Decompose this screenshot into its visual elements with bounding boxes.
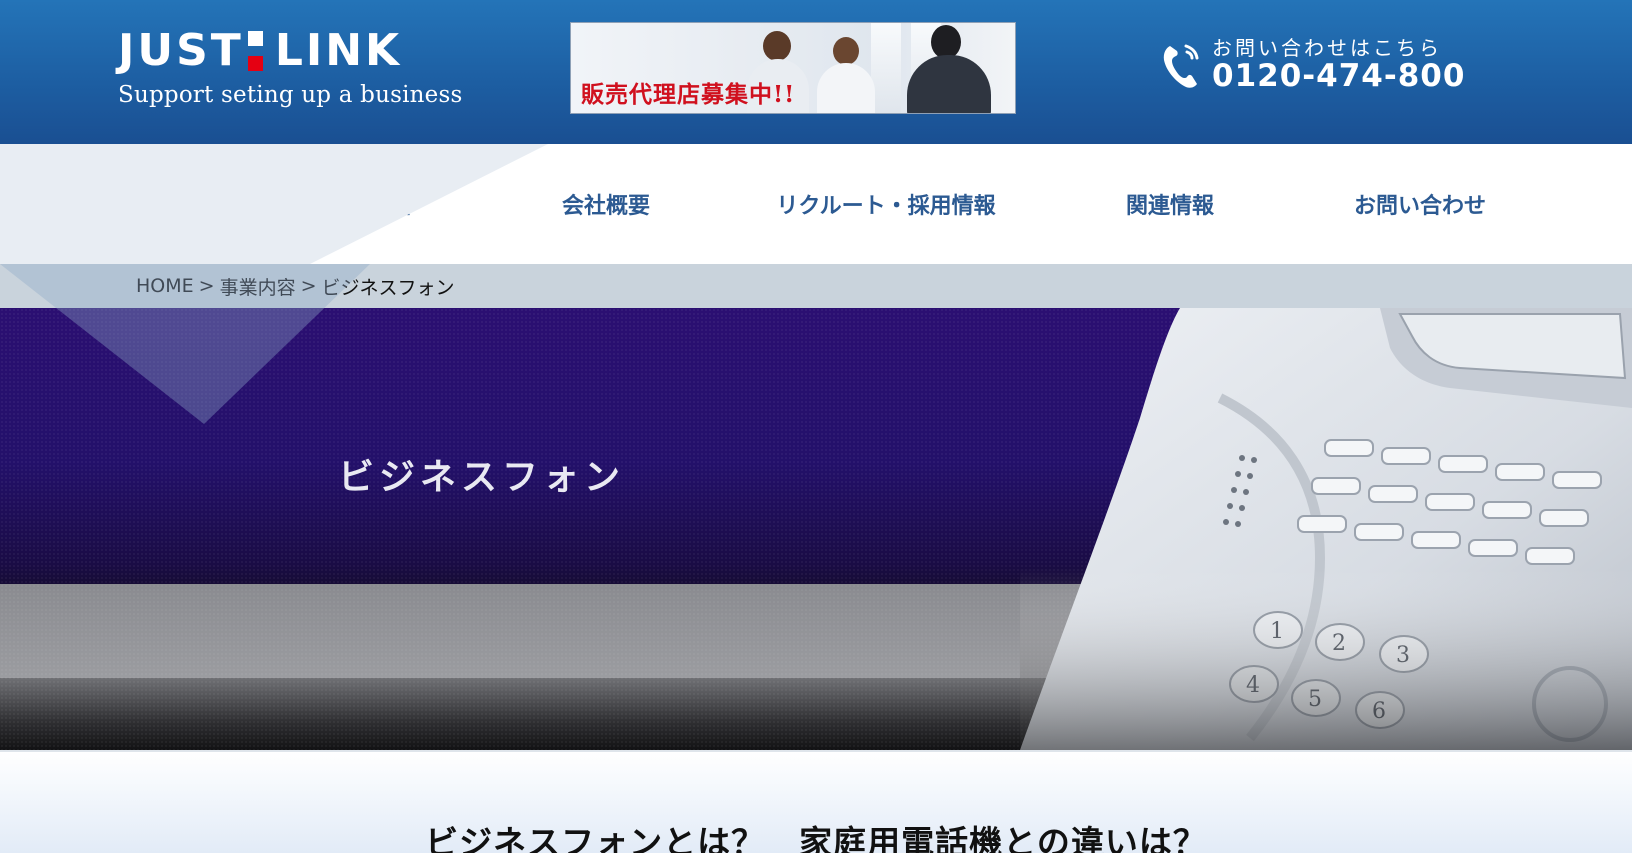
logo-text-left: JUST xyxy=(118,25,244,76)
main-nav: HOME 事業内容 会社概要 リクルート・採用情報 関連情報 お問い合わせ xyxy=(0,144,1632,264)
breadcrumb-separator: > xyxy=(198,275,215,297)
site-header: JUST LINK Support seting up a business 販… xyxy=(0,0,1632,144)
banner-person xyxy=(817,63,875,113)
banner-window xyxy=(871,23,901,113)
contact-phone-number[interactable]: 0120-474-800 xyxy=(1212,58,1465,94)
banner-person-head xyxy=(763,31,791,61)
section-heading: ビジネスフォンとは？ 家庭用電話機との違いは？ xyxy=(425,823,1207,853)
page-hero: 1 2 3 4 5 6 ビジネスフォン xyxy=(0,308,1632,750)
breadcrumb-separator: > xyxy=(300,275,317,297)
phone-handset-icon xyxy=(1163,44,1199,88)
dealer-recruit-banner[interactable]: 販売代理店募集中!! xyxy=(570,22,1016,114)
site-logo[interactable]: JUST LINK Support seting up a business xyxy=(118,26,463,116)
breadcrumb-home[interactable]: HOME xyxy=(136,275,194,297)
logo-tagline: Support seting up a business xyxy=(118,82,463,108)
nav-item-recruit[interactable]: リクルート・採用情報 xyxy=(756,180,1016,228)
nav-item-contact[interactable]: お問い合わせ xyxy=(1340,180,1500,228)
page-title: ビジネスフォン xyxy=(338,456,626,498)
logo-wordmark: JUST LINK xyxy=(118,26,448,76)
business-phone-image: 1 2 3 4 5 6 xyxy=(1020,308,1632,750)
breadcrumb-current: ビジネスフォン xyxy=(321,276,455,299)
breadcrumb-business[interactable]: 事業内容 xyxy=(220,273,296,300)
banner-text: 販売代理店募集中!! xyxy=(581,81,796,108)
logo-mark-bottom xyxy=(247,56,263,71)
logo-colon-mark xyxy=(247,31,263,71)
contact-block[interactable]: お問い合わせはこちら 0120-474-800 xyxy=(1160,30,1480,100)
contact-label: お問い合わせはこちら xyxy=(1212,36,1442,60)
nav-item-related[interactable]: 関連情報 xyxy=(1100,180,1240,228)
banner-person-head xyxy=(833,37,859,65)
nav-item-business[interactable]: 事業内容 xyxy=(300,180,440,228)
breadcrumb: HOME > 事業内容 > ビジネスフォン xyxy=(0,264,1632,308)
logo-text-right: LINK xyxy=(274,25,403,76)
logo-mark-top xyxy=(247,31,263,46)
content-section: ビジネスフォンとは？ 家庭用電話機との違いは？ xyxy=(0,750,1632,853)
nav-item-company[interactable]: 会社概要 xyxy=(536,180,676,228)
nav-item-home[interactable]: HOME xyxy=(100,180,200,228)
banner-person-head xyxy=(931,25,961,59)
